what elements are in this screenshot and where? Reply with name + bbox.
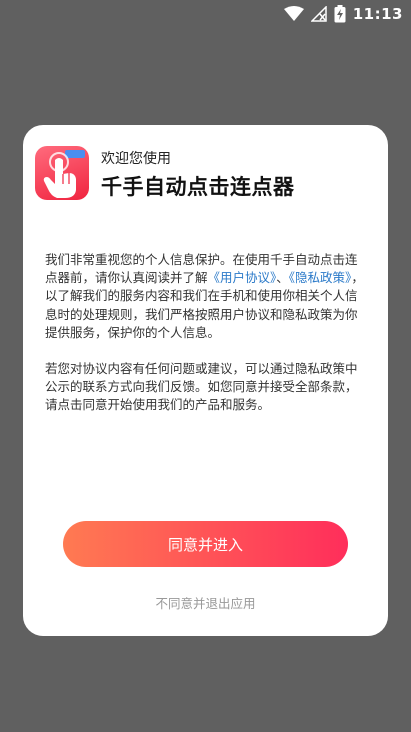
app-icon [35, 146, 89, 200]
agreement-body: 我们非常重视您的个人信息保护。在使用千手自动点击连点器前，请你认真阅读并了解《用… [45, 251, 368, 415]
status-bar: 11:13 [0, 0, 411, 30]
welcome-text: 欢迎您使用 [101, 151, 171, 167]
app-name: 千手自动点击连点器 [101, 175, 295, 199]
status-icons: 11:13 [283, 5, 403, 23]
battery-charging-icon [334, 5, 346, 23]
tap-hand-icon [43, 150, 85, 198]
agree-button[interactable]: 同意并进入 [63, 521, 348, 567]
no-signal-icon [310, 6, 327, 22]
wifi-icon [283, 6, 304, 21]
decline-link[interactable]: 不同意并退出应用 [23, 593, 388, 612]
privacy-policy-link[interactable]: 《隐私政策》 [289, 270, 352, 285]
status-time: 11:13 [352, 5, 403, 23]
user-agreement-link[interactable]: 《用户协议》 [208, 270, 277, 285]
agreement-paragraph-2: 若您对协议内容有任何问题或建议，可以通过隐私政策中公示的联系方式向我们反馈。如您… [45, 361, 358, 413]
privacy-dialog: 欢迎您使用 千手自动点击连点器 我们非常重视您的个人信息保护。在使用千手自动点击… [23, 125, 388, 636]
link-separator: 、 [276, 270, 289, 286]
agreement-paragraph-1: 我们非常重视您的个人信息保护。在使用千手自动点击连点器前，请你认真阅读并了解《用… [45, 251, 368, 342]
